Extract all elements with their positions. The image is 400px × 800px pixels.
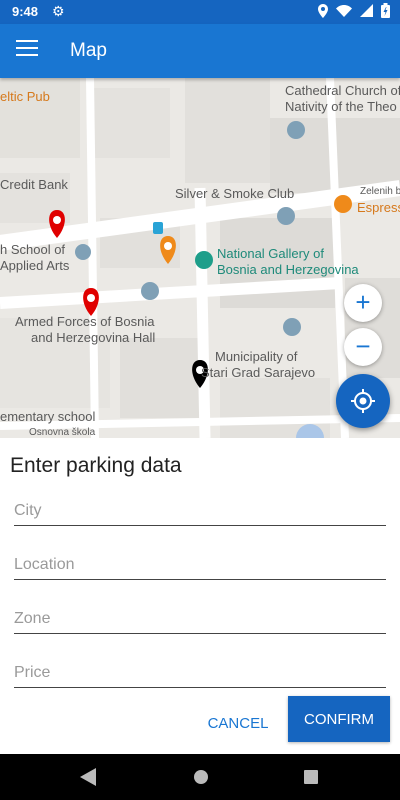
recents-icon[interactable] (303, 768, 319, 786)
hall-poi-icon (141, 282, 159, 300)
church-poi-icon (287, 121, 305, 139)
menu-icon[interactable] (16, 40, 38, 58)
map-label: Credit Bank (0, 177, 68, 192)
location-field[interactable] (14, 550, 386, 580)
navigation-bar (0, 754, 400, 800)
form-heading: Enter parking data (10, 454, 182, 477)
map-label: National Gallery of (217, 246, 324, 261)
map-label: ementary school (0, 409, 96, 424)
map-view[interactable]: eltic Pub Cathedral Church of Nativity o… (0, 78, 400, 438)
gear-icon: ⚙ (52, 3, 65, 19)
map-label: Bosnia and Herzegovina (217, 262, 359, 277)
home-icon[interactable] (193, 768, 209, 786)
my-location-button[interactable] (336, 374, 390, 428)
map-label: Municipality of (215, 349, 298, 364)
map-label: Cathedral Church of (285, 83, 400, 98)
location-icon (318, 3, 328, 18)
parking-form: Enter parking data CANCEL CONFIRM (0, 438, 400, 754)
bus-stop-icon (153, 222, 163, 234)
map-label: Espress (357, 200, 400, 215)
map-label: Zelenih beretki (360, 186, 400, 197)
cafe-poi-icon (334, 195, 352, 213)
cancel-button[interactable]: CANCEL (198, 706, 278, 740)
wifi-icon (336, 4, 352, 17)
map-label: Silver & Smoke Club (175, 186, 295, 201)
signal-icon (360, 4, 373, 17)
city-field[interactable] (14, 496, 386, 526)
map-label: Armed Forces of Bosnia (15, 314, 155, 329)
zone-field[interactable] (14, 604, 386, 634)
zoom-out-button[interactable]: − (344, 328, 382, 366)
battery-icon (381, 3, 390, 18)
back-icon[interactable] (80, 768, 96, 786)
map-label: Stari Grad Sarajevo (201, 365, 316, 380)
map-label: Osnovna škola (29, 427, 96, 438)
school-poi-icon (75, 244, 91, 260)
map-label: Applied Arts (0, 258, 70, 273)
price-field[interactable] (14, 658, 386, 688)
status-bar: 9:48 ⚙ (0, 0, 400, 24)
zoom-in-button[interactable]: + (344, 284, 382, 322)
app-bar: Map (0, 24, 400, 78)
page-title: Map (70, 40, 107, 61)
map-label: eltic Pub (0, 89, 50, 104)
map-label: and Herzegovina Hall (31, 330, 156, 345)
map-label: Nativity of the Theo (285, 99, 397, 114)
gallery-poi-icon (195, 251, 213, 269)
my-location-icon (351, 389, 375, 413)
municipality-poi-icon (283, 318, 301, 336)
confirm-button[interactable]: CONFIRM (288, 696, 390, 742)
status-time: 9:48 (12, 4, 39, 19)
map-label: h School of (0, 242, 66, 257)
club-poi-icon (277, 207, 295, 225)
